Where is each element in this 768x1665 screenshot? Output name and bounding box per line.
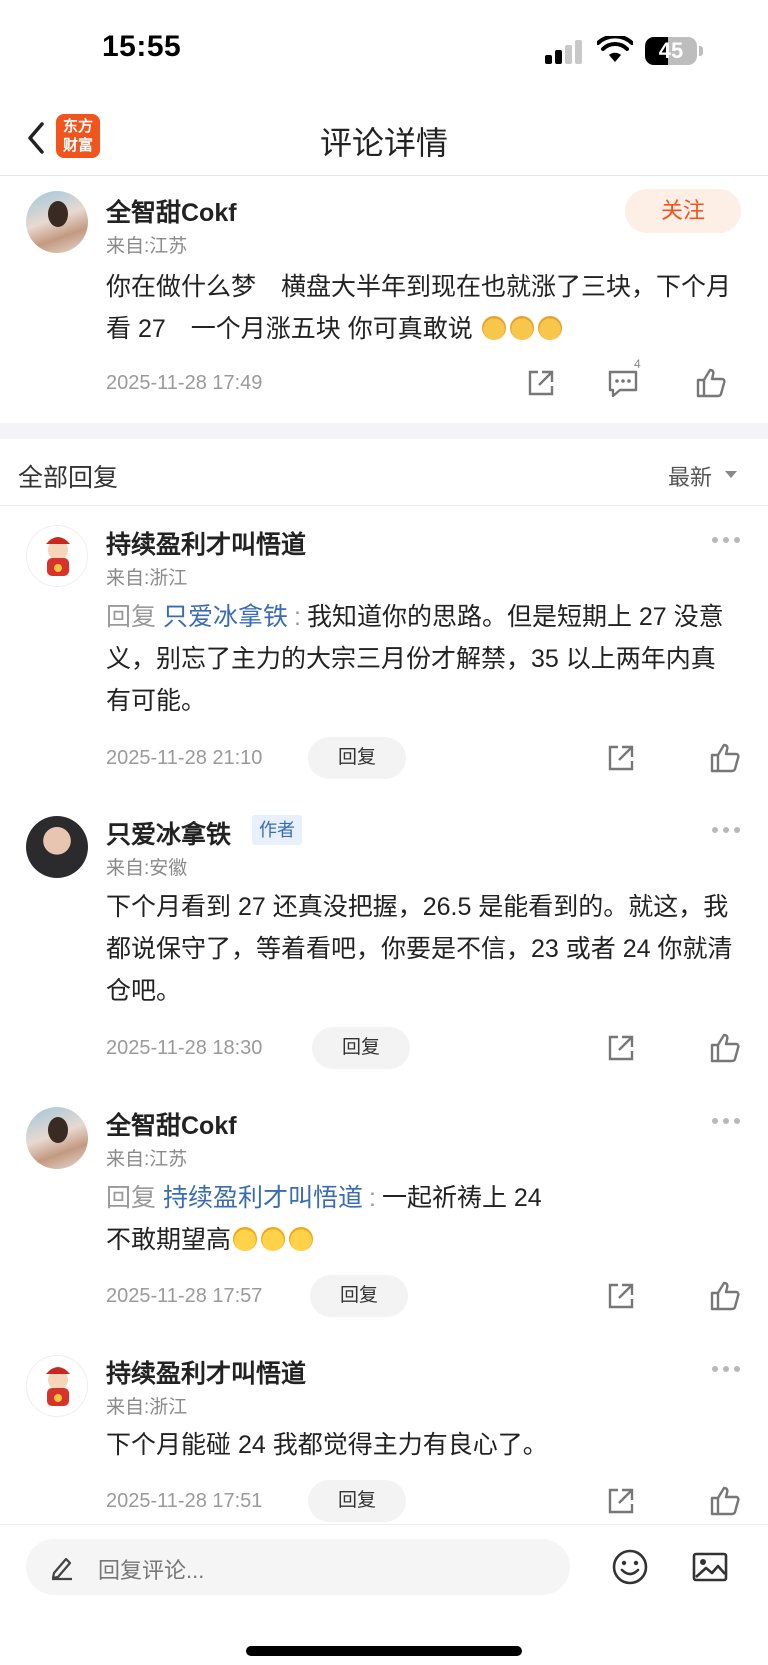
image-icon[interactable]	[690, 1547, 730, 1587]
main-comment-body: 你在做什么梦 横盘大半年到现在也就涨了三块，下个月看 27 一个月涨五块 你可真…	[106, 273, 732, 343]
cat-emoji-icon	[509, 316, 534, 340]
reply-target-link[interactable]: 只爱冰拿铁	[163, 603, 288, 631]
bottom-bar: 回复评论...	[0, 1524, 768, 1665]
reply-input[interactable]: 回复评论...	[26, 1539, 570, 1595]
reply-username[interactable]: 只爱冰拿铁	[106, 815, 231, 851]
more-icon[interactable]	[712, 1118, 742, 1126]
share-icon[interactable]	[524, 366, 558, 400]
battery-level: 45	[658, 38, 684, 63]
pencil-icon	[51, 1557, 72, 1581]
more-icon[interactable]	[712, 537, 742, 545]
page-title: 评论详情	[319, 125, 448, 161]
like-icon[interactable]	[694, 366, 728, 400]
share-icon[interactable]	[604, 1031, 638, 1065]
reply-location: 来自:安徽	[106, 858, 188, 879]
cat-emoji-icon	[537, 316, 562, 340]
section-divider	[0, 423, 768, 439]
replies-header-title: 全部回复	[18, 464, 119, 492]
battery-cap	[699, 46, 703, 56]
reply-username[interactable]: 全智甜Cokf	[106, 1106, 237, 1142]
reply-location: 来自:浙江	[106, 1397, 188, 1418]
follow-button[interactable]: 关注	[625, 189, 741, 233]
home-indicator	[246, 1646, 522, 1656]
main-comment-username[interactable]: 全智甜Cokf	[106, 193, 237, 229]
main-comment-timestamp: 2025-11-28 17:49	[106, 372, 263, 394]
reply-timestamp: 2025-11-28 17:51	[106, 1490, 263, 1512]
caret-down-icon[interactable]	[725, 471, 737, 478]
reply-text: 下个月能碰 24 我都觉得主力有良心了。	[106, 1431, 548, 1459]
reply-colon: :	[293, 603, 301, 631]
laugh-emoji-icon	[233, 1227, 258, 1251]
cat-emoji-icon	[481, 316, 506, 340]
laugh-emoji-icon	[261, 1227, 286, 1251]
reply-input-placeholder: 回复评论...	[98, 1558, 205, 1583]
comment-icon[interactable]	[606, 366, 640, 400]
status-bar: 15:55 45	[0, 0, 768, 100]
like-icon[interactable]	[708, 1031, 742, 1065]
divider	[0, 505, 768, 506]
reply-location: 来自:江苏	[106, 1149, 188, 1170]
avatar[interactable]	[26, 1355, 88, 1417]
reply-button[interactable]: 回复	[312, 1027, 410, 1069]
reply-body-line-1: 一起祈祷上 24	[381, 1184, 542, 1212]
avatar[interactable]	[26, 816, 88, 878]
avatar[interactable]	[26, 525, 88, 587]
share-icon[interactable]	[604, 1279, 638, 1313]
reply-button[interactable]: 回复	[310, 1275, 408, 1317]
battery-icon: 45	[645, 37, 697, 65]
laugh-emoji-icon	[289, 1227, 314, 1251]
status-time: 15:55	[102, 30, 182, 63]
main-comment-location: 来自:江苏	[106, 236, 188, 257]
avatar[interactable]	[26, 191, 88, 253]
reply-text: 下个月看到 27 还真没把握，26.5 是能看到的。就这，我都说保守了，等着看吧…	[106, 893, 733, 1005]
reply-timestamp: 2025-11-28 21:10	[106, 747, 263, 769]
like-icon[interactable]	[708, 741, 742, 775]
reply-colon: :	[368, 1184, 376, 1212]
reply-username[interactable]: 持续盈利才叫悟道	[106, 1354, 306, 1390]
reply-button[interactable]: 回复	[308, 1480, 406, 1522]
share-icon[interactable]	[604, 741, 638, 775]
like-icon[interactable]	[708, 1484, 742, 1518]
signal-icon	[545, 40, 583, 64]
share-icon[interactable]	[604, 1484, 638, 1518]
reply-username[interactable]: 持续盈利才叫悟道	[106, 525, 306, 561]
like-icon[interactable]	[708, 1279, 742, 1313]
reply-location: 来自:浙江	[106, 568, 188, 589]
reply-timestamp: 2025-11-28 18:30	[106, 1037, 263, 1059]
more-icon[interactable]	[712, 827, 742, 835]
reply-prefix: 回复	[106, 603, 157, 631]
author-badge: 作者	[252, 815, 302, 845]
main-comment-text: 你在做什么梦 横盘大半年到现在也就涨了三块，下个月看 27 一个月涨五块 你可真…	[106, 266, 738, 350]
comment-count: 4	[634, 357, 641, 371]
sort-dropdown[interactable]: 最新	[668, 460, 712, 492]
reply-prefix: 回复	[106, 1184, 157, 1212]
wifi-icon	[597, 36, 633, 62]
avatar[interactable]	[26, 1107, 88, 1169]
reply-target-link[interactable]: 持续盈利才叫悟道	[163, 1184, 363, 1212]
more-icon[interactable]	[712, 1366, 742, 1374]
nav-bar: 东方 财富 评论详情	[0, 100, 768, 176]
reply-button[interactable]: 回复	[308, 737, 406, 779]
emoji-icon[interactable]	[610, 1547, 650, 1587]
reply-timestamp: 2025-11-28 17:57	[106, 1285, 263, 1307]
reply-body-line-2: 不敢期望高	[106, 1226, 232, 1254]
reply-text: 回复 只爱冰拿铁: 我知道你的思路。但是短期上 27 没意义，别忘了主力的大宗三月…	[106, 596, 738, 722]
reply-text: 回复 持续盈利才叫悟道: 一起祈祷上 24 不敢期望高	[106, 1177, 738, 1261]
